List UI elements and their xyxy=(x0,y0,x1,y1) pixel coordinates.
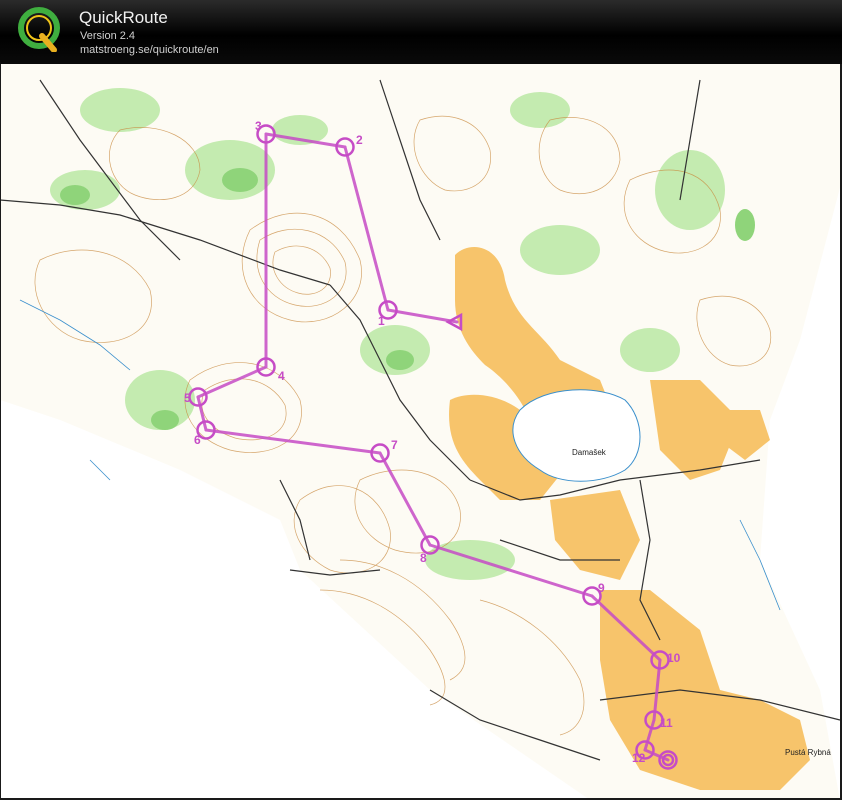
window-border-left xyxy=(0,64,1,800)
place-label-pusta-rybna: Pustá Rybná xyxy=(785,748,831,757)
control-label-3: 3 xyxy=(255,119,262,133)
control-label-11: 11 xyxy=(660,716,673,730)
app-url[interactable]: matstroeng.se/quickroute/en xyxy=(80,44,219,56)
control-label-9: 9 xyxy=(598,581,605,595)
quickroute-logo-icon xyxy=(18,7,60,52)
app-version: Version 2.4 xyxy=(80,30,136,42)
control-label-10: 10 xyxy=(667,651,681,665)
control-label-8: 8 xyxy=(420,551,427,565)
control-label-1: 1 xyxy=(378,314,385,328)
app-title: QuickRoute xyxy=(79,8,168,27)
place-label-damasek: Damašek xyxy=(572,448,607,457)
control-label-6: 6 xyxy=(194,433,201,447)
control-label-5: 5 xyxy=(184,391,191,405)
control-label-4: 4 xyxy=(278,369,285,383)
control-label-7: 7 xyxy=(391,438,398,452)
control-label-2: 2 xyxy=(356,133,363,147)
app-header: QuickRoute Version 2.4 matstroeng.se/qui… xyxy=(0,0,842,64)
control-label-12: 12 xyxy=(632,751,646,765)
orienteering-map[interactable]: Damašek Pustá Rybná 1 2 3 4 5 6 7 8 9 10… xyxy=(0,64,842,800)
